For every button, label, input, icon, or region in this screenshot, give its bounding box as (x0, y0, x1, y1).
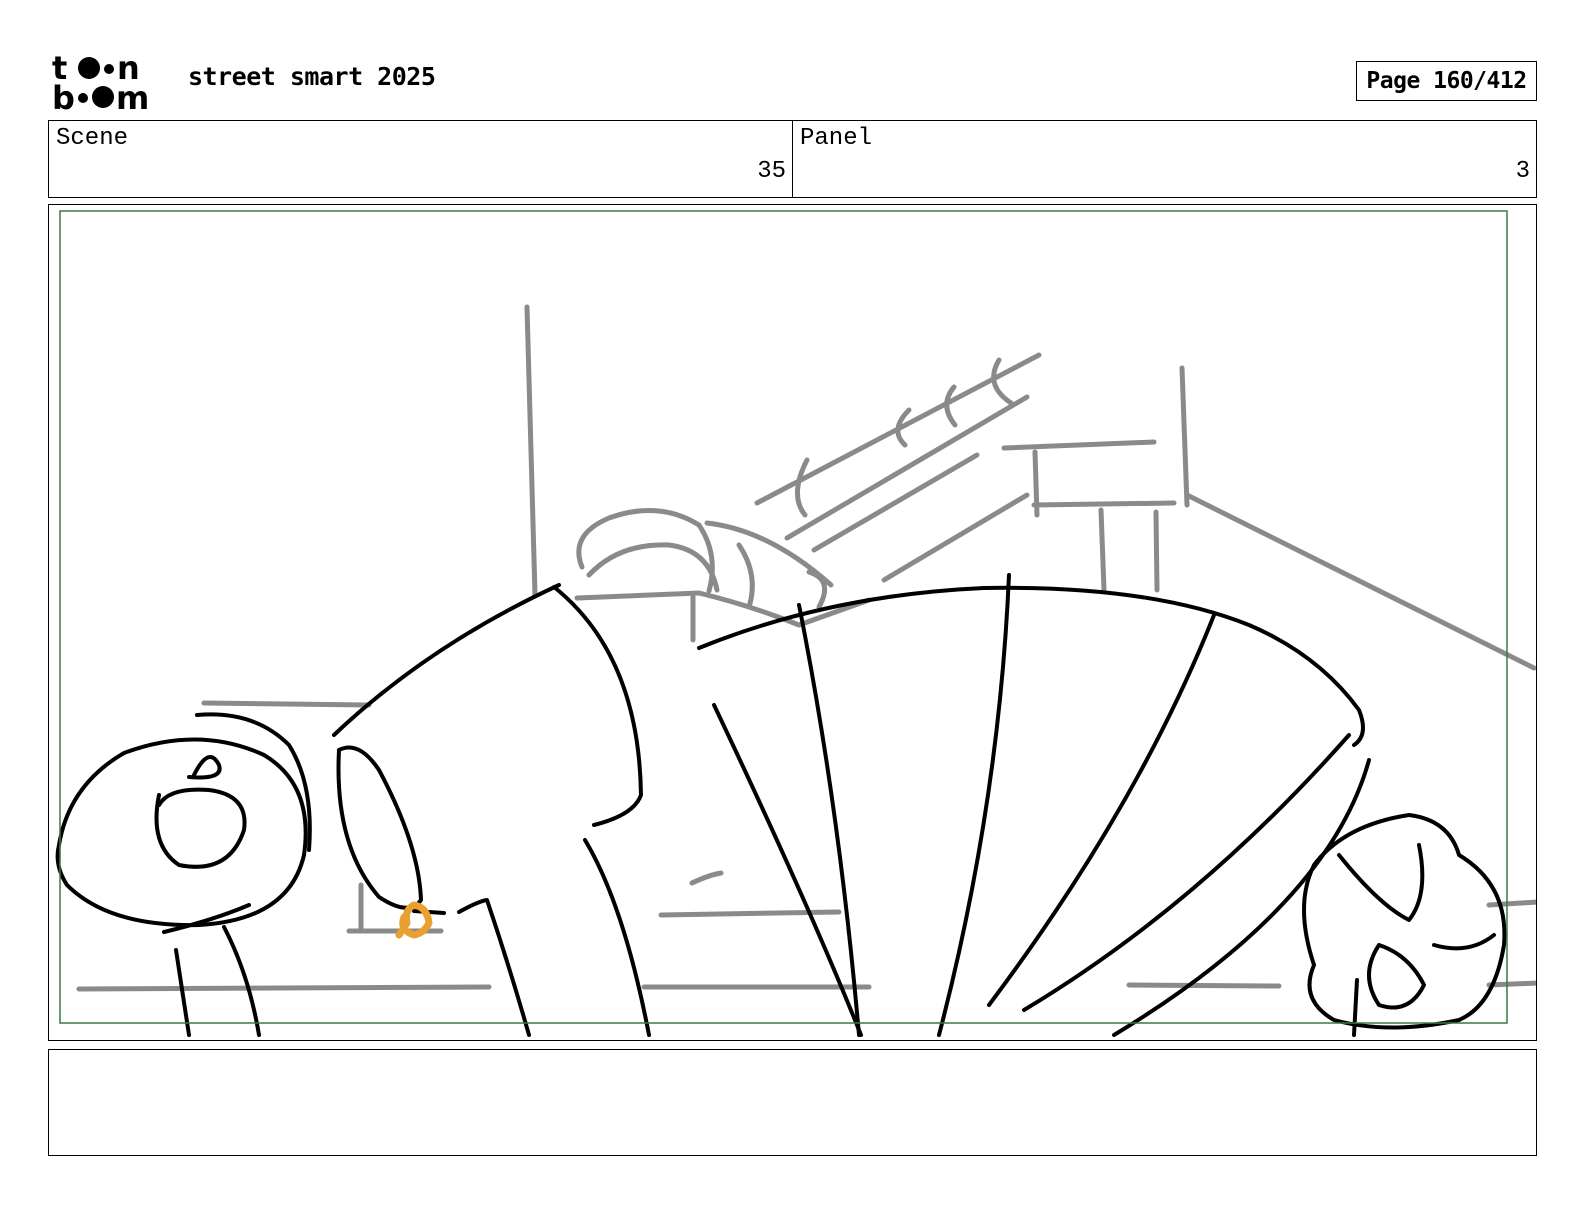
panel-cell: Panel 3 (792, 121, 1536, 197)
project-title: street smart 2025 (188, 62, 436, 91)
character-sketch (55, 573, 1507, 1037)
svg-text:m: m (116, 79, 149, 112)
toonboom-logo: t n b m (52, 52, 149, 112)
scene-panel-info: Scene 35 Panel 3 (48, 120, 1537, 198)
page-label: Page 160/412 (1366, 68, 1527, 94)
page-indicator: Page 160/412 (1356, 61, 1537, 101)
storyboard-panel (48, 204, 1537, 1041)
panel-label: Panel (800, 125, 873, 152)
panel-number: 3 (1515, 158, 1530, 185)
notes-box (48, 1049, 1537, 1156)
scene-number: 35 (757, 158, 786, 185)
svg-text:b: b (52, 79, 75, 112)
scene-label: Scene (56, 125, 129, 152)
panel-sketch (55, 210, 1536, 1037)
scene-cell: Scene 35 (49, 121, 792, 197)
